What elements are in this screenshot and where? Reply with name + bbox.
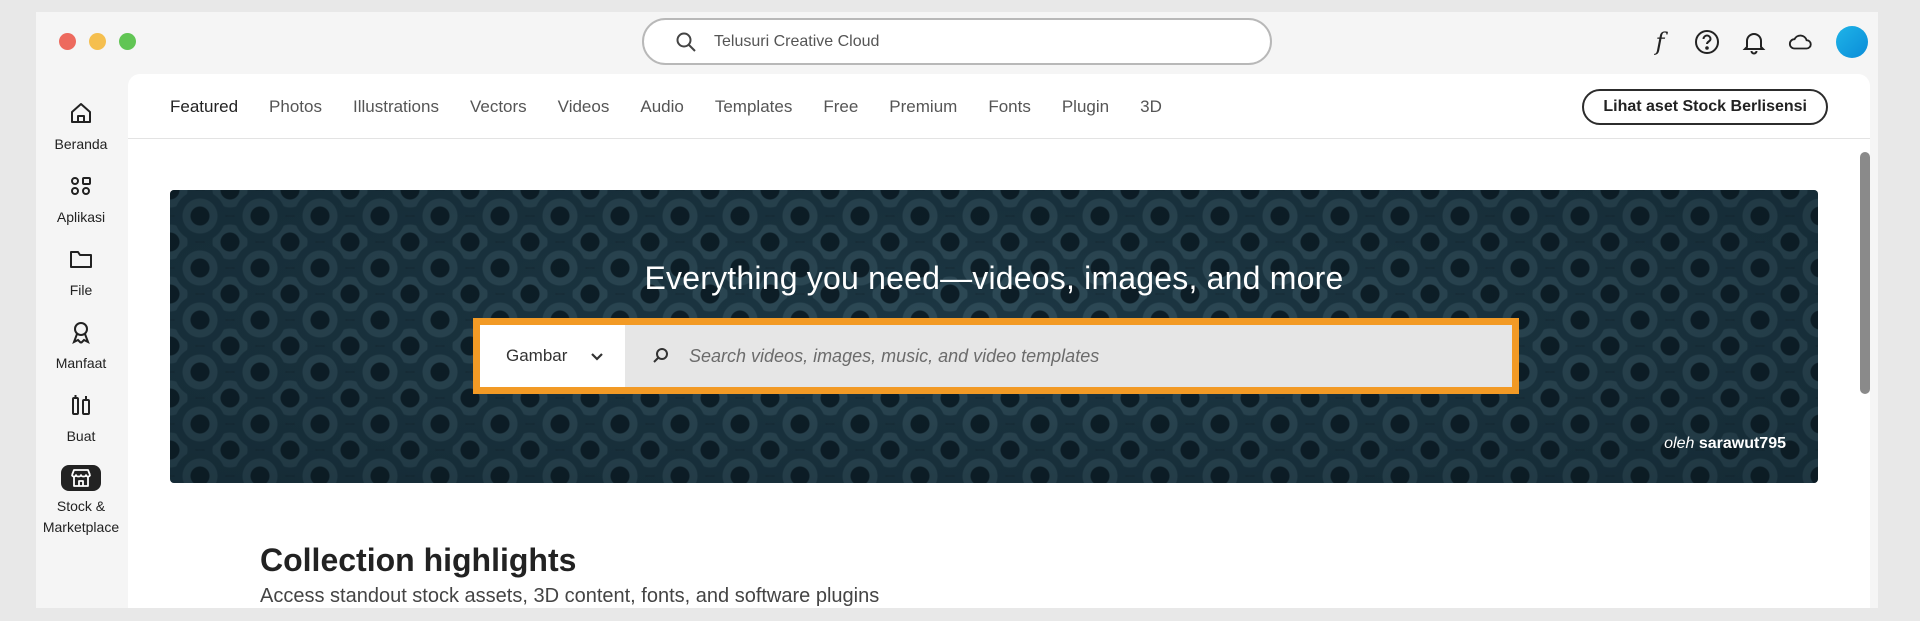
- fonts-icon[interactable]: f: [1647, 28, 1673, 56]
- section-title: Collection highlights: [260, 542, 577, 578]
- sidebar-item-label: Buat: [66, 428, 96, 444]
- home-icon: [71, 103, 91, 123]
- sidebar-item-stock-marketplace[interactable]: Stock & Marketplace: [36, 465, 126, 538]
- tab-vectors[interactable]: Vectors: [470, 96, 527, 118]
- licensed-stock-button[interactable]: Lihat aset Stock Berlisensi: [1582, 89, 1828, 125]
- hero-banner: Everything you need—videos, images, and …: [170, 190, 1818, 483]
- hero-search-field[interactable]: [625, 325, 1512, 387]
- hero-search-input[interactable]: [689, 345, 1489, 367]
- tab-3d[interactable]: 3D: [1140, 96, 1162, 118]
- global-search-input[interactable]: [714, 32, 1194, 51]
- sidebar: Beranda Aplikasi File Manfaat Buat Stock…: [36, 100, 126, 538]
- folder-icon: [70, 251, 92, 268]
- tab-illustrations[interactable]: Illustrations: [353, 96, 439, 118]
- titlebar: f: [36, 12, 1878, 74]
- avatar[interactable]: [1836, 26, 1868, 58]
- maximize-window-button[interactable]: [119, 33, 136, 50]
- store-icon: [61, 465, 101, 491]
- main-content: Featured Photos Illustrations Vectors Vi…: [128, 74, 1870, 608]
- search-icon: [676, 32, 696, 52]
- create-icon: [72, 395, 90, 415]
- tab-list: Featured Photos Illustrations Vectors Vi…: [170, 96, 1193, 118]
- tab-free[interactable]: Free: [823, 96, 858, 118]
- sidebar-item-label: Stock & Marketplace: [42, 498, 120, 535]
- close-window-button[interactable]: [59, 33, 76, 50]
- app-window: f Beranda Aplikasi File M: [36, 12, 1878, 608]
- image-credit: oleh sarawut795: [1664, 435, 1786, 453]
- hero-search-bar: Gambar: [473, 318, 1519, 394]
- tab-videos[interactable]: Videos: [558, 96, 610, 118]
- award-icon: [72, 322, 90, 345]
- sidebar-item-file[interactable]: File: [36, 246, 126, 319]
- tab-premium[interactable]: Premium: [889, 96, 957, 118]
- credit-prefix: oleh: [1664, 435, 1695, 452]
- section-subtitle: Access standout stock assets, 3D content…: [260, 585, 880, 607]
- cloud-icon[interactable]: [1788, 29, 1814, 55]
- asset-type-value: Gambar: [506, 346, 568, 365]
- global-search-bar[interactable]: [642, 18, 1272, 65]
- sidebar-item-apps[interactable]: Aplikasi: [36, 173, 126, 246]
- minimize-window-button[interactable]: [89, 33, 106, 50]
- collection-highlights-section: Collection highlights Access standout st…: [260, 542, 879, 608]
- sidebar-item-label: Manfaat: [55, 355, 107, 371]
- tab-plugin[interactable]: Plugin: [1062, 96, 1109, 118]
- sidebar-item-label: File: [69, 282, 93, 298]
- tab-photos[interactable]: Photos: [269, 96, 322, 118]
- tab-fonts[interactable]: Fonts: [988, 96, 1031, 118]
- chevron-down-icon: [591, 353, 604, 361]
- help-icon[interactable]: [1694, 29, 1720, 55]
- sidebar-item-benefits[interactable]: Manfaat: [36, 319, 126, 392]
- sidebar-item-home[interactable]: Beranda: [36, 100, 126, 173]
- search-icon: [653, 348, 668, 363]
- sidebar-item-create[interactable]: Buat: [36, 392, 126, 465]
- tab-templates[interactable]: Templates: [715, 96, 792, 118]
- notifications-icon[interactable]: [1741, 29, 1767, 55]
- sidebar-item-label: Beranda: [54, 136, 108, 152]
- category-tabs: Featured Photos Illustrations Vectors Vi…: [128, 74, 1870, 139]
- top-right-toolbar: f: [1626, 24, 1878, 60]
- asset-type-dropdown[interactable]: Gambar: [480, 325, 625, 387]
- hero-title: Everything you need—videos, images, and …: [644, 260, 1344, 296]
- tab-audio[interactable]: Audio: [640, 96, 683, 118]
- tab-featured[interactable]: Featured: [170, 96, 238, 118]
- scrollbar[interactable]: [1860, 152, 1870, 394]
- sidebar-item-label: Aplikasi: [56, 209, 106, 225]
- apps-icon: [71, 177, 91, 195]
- credit-author-link[interactable]: sarawut795: [1699, 435, 1786, 452]
